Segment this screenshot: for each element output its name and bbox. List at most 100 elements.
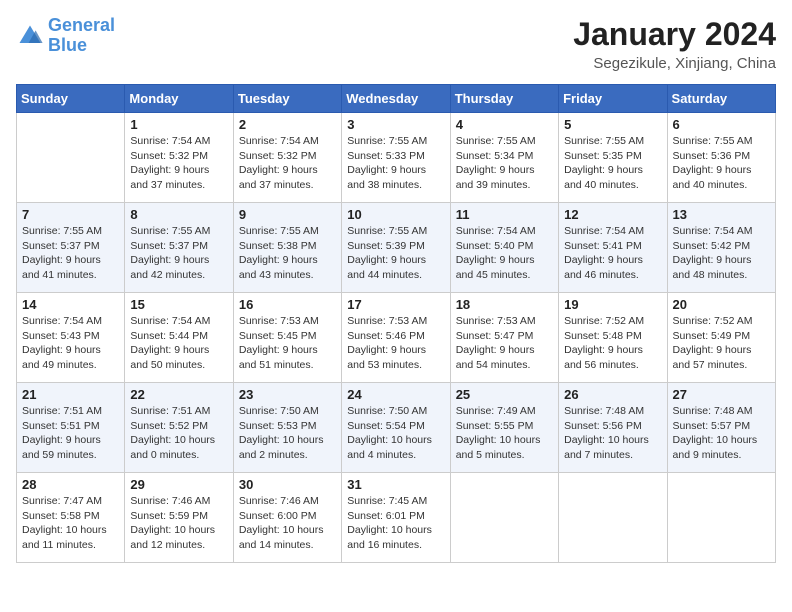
day-info-2-4: Sunrise: 7:53 AM Sunset: 5:47 PM Dayligh… (456, 314, 553, 373)
day-info-4-0: Sunrise: 7:47 AM Sunset: 5:58 PM Dayligh… (22, 494, 119, 553)
day-info-1-5: Sunrise: 7:54 AM Sunset: 5:41 PM Dayligh… (564, 224, 661, 283)
day-info-0-6: Sunrise: 7:55 AM Sunset: 5:36 PM Dayligh… (673, 134, 770, 193)
logo-line2: Blue (48, 35, 87, 55)
day-number-3-5: 26 (564, 387, 661, 402)
day-number-0-3: 3 (347, 117, 444, 132)
day-cell-2-0: 14 Sunrise: 7:54 AM Sunset: 5:43 PM Dayli… (17, 293, 125, 383)
day-number-3-1: 22 (130, 387, 227, 402)
day-number-1-2: 9 (239, 207, 336, 222)
day-number-4-0: 28 (22, 477, 119, 492)
day-cell-2-1: 15 Sunrise: 7:54 AM Sunset: 5:44 PM Dayli… (125, 293, 233, 383)
day-number-2-2: 16 (239, 297, 336, 312)
day-info-1-0: Sunrise: 7:55 AM Sunset: 5:37 PM Dayligh… (22, 224, 119, 283)
calendar-header: Sunday Monday Tuesday Wednesday Thursday… (17, 85, 776, 113)
day-cell-3-1: 22 Sunrise: 7:51 AM Sunset: 5:52 PM Dayli… (125, 383, 233, 473)
day-info-0-1: Sunrise: 7:54 AM Sunset: 5:32 PM Dayligh… (130, 134, 227, 193)
day-cell-3-0: 21 Sunrise: 7:51 AM Sunset: 5:51 PM Dayli… (17, 383, 125, 473)
day-number-2-1: 15 (130, 297, 227, 312)
day-cell-2-3: 17 Sunrise: 7:53 AM Sunset: 5:46 PM Dayli… (342, 293, 450, 383)
day-number-1-0: 7 (22, 207, 119, 222)
day-info-3-5: Sunrise: 7:48 AM Sunset: 5:56 PM Dayligh… (564, 404, 661, 463)
weekday-header-row: Sunday Monday Tuesday Wednesday Thursday… (17, 85, 776, 113)
week-row-1: 7 Sunrise: 7:55 AM Sunset: 5:37 PM Daylig… (17, 203, 776, 293)
day-number-2-5: 19 (564, 297, 661, 312)
day-number-0-6: 6 (673, 117, 770, 132)
day-cell-1-0: 7 Sunrise: 7:55 AM Sunset: 5:37 PM Daylig… (17, 203, 125, 293)
day-info-3-0: Sunrise: 7:51 AM Sunset: 5:51 PM Dayligh… (22, 404, 119, 463)
day-info-2-0: Sunrise: 7:54 AM Sunset: 5:43 PM Dayligh… (22, 314, 119, 373)
day-info-0-5: Sunrise: 7:55 AM Sunset: 5:35 PM Dayligh… (564, 134, 661, 193)
day-number-3-0: 21 (22, 387, 119, 402)
weekday-thursday: Thursday (450, 85, 558, 113)
day-info-3-1: Sunrise: 7:51 AM Sunset: 5:52 PM Dayligh… (130, 404, 227, 463)
day-cell-4-1: 29 Sunrise: 7:46 AM Sunset: 5:59 PM Dayli… (125, 473, 233, 563)
day-cell-3-5: 26 Sunrise: 7:48 AM Sunset: 5:56 PM Dayli… (559, 383, 667, 473)
day-cell-4-3: 31 Sunrise: 7:45 AM Sunset: 6:01 PM Dayli… (342, 473, 450, 563)
day-info-4-1: Sunrise: 7:46 AM Sunset: 5:59 PM Dayligh… (130, 494, 227, 553)
day-cell-1-1: 8 Sunrise: 7:55 AM Sunset: 5:37 PM Daylig… (125, 203, 233, 293)
day-info-1-3: Sunrise: 7:55 AM Sunset: 5:39 PM Dayligh… (347, 224, 444, 283)
logo-line1: General (48, 15, 115, 35)
day-number-1-3: 10 (347, 207, 444, 222)
day-number-0-2: 2 (239, 117, 336, 132)
day-info-3-4: Sunrise: 7:49 AM Sunset: 5:55 PM Dayligh… (456, 404, 553, 463)
day-info-1-1: Sunrise: 7:55 AM Sunset: 5:37 PM Dayligh… (130, 224, 227, 283)
day-cell-0-3: 3Sunrise: 7:55 AM Sunset: 5:33 PM Daylig… (342, 113, 450, 203)
calendar-table: Sunday Monday Tuesday Wednesday Thursday… (16, 84, 776, 563)
day-number-1-6: 13 (673, 207, 770, 222)
day-number-4-2: 30 (239, 477, 336, 492)
weekday-monday: Monday (125, 85, 233, 113)
day-cell-1-3: 10 Sunrise: 7:55 AM Sunset: 5:39 PM Dayli… (342, 203, 450, 293)
day-info-2-3: Sunrise: 7:53 AM Sunset: 5:46 PM Dayligh… (347, 314, 444, 373)
day-cell-3-3: 24 Sunrise: 7:50 AM Sunset: 5:54 PM Dayli… (342, 383, 450, 473)
day-number-2-0: 14 (22, 297, 119, 312)
day-cell-1-5: 12 Sunrise: 7:54 AM Sunset: 5:41 PM Dayli… (559, 203, 667, 293)
day-cell-0-0 (17, 113, 125, 203)
day-info-2-1: Sunrise: 7:54 AM Sunset: 5:44 PM Dayligh… (130, 314, 227, 373)
week-row-4: 28 Sunrise: 7:47 AM Sunset: 5:58 PM Dayli… (17, 473, 776, 563)
day-cell-3-6: 27Sunrise: 7:48 AM Sunset: 5:57 PM Dayli… (667, 383, 775, 473)
day-cell-2-5: 19Sunrise: 7:52 AM Sunset: 5:48 PM Dayli… (559, 293, 667, 383)
day-info-0-4: Sunrise: 7:55 AM Sunset: 5:34 PM Dayligh… (456, 134, 553, 193)
day-number-0-4: 4 (456, 117, 553, 132)
day-number-3-3: 24 (347, 387, 444, 402)
day-number-3-2: 23 (239, 387, 336, 402)
day-cell-3-4: 25 Sunrise: 7:49 AM Sunset: 5:55 PM Dayli… (450, 383, 558, 473)
calendar-body: 1Sunrise: 7:54 AM Sunset: 5:32 PM Daylig… (17, 113, 776, 563)
day-number-3-6: 27 (673, 387, 770, 402)
week-row-3: 21 Sunrise: 7:51 AM Sunset: 5:51 PM Dayli… (17, 383, 776, 473)
day-info-4-3: Sunrise: 7:45 AM Sunset: 6:01 PM Dayligh… (347, 494, 444, 553)
day-info-1-2: Sunrise: 7:55 AM Sunset: 5:38 PM Dayligh… (239, 224, 336, 283)
day-number-1-5: 12 (564, 207, 661, 222)
day-number-0-5: 5 (564, 117, 661, 132)
day-cell-0-4: 4 Sunrise: 7:55 AM Sunset: 5:34 PM Daylig… (450, 113, 558, 203)
weekday-wednesday: Wednesday (342, 85, 450, 113)
day-info-0-2: Sunrise: 7:54 AM Sunset: 5:32 PM Dayligh… (239, 134, 336, 193)
day-number-3-4: 25 (456, 387, 553, 402)
day-info-2-6: Sunrise: 7:52 AM Sunset: 5:49 PM Dayligh… (673, 314, 770, 373)
day-info-3-3: Sunrise: 7:50 AM Sunset: 5:54 PM Dayligh… (347, 404, 444, 463)
day-cell-2-6: 20 Sunrise: 7:52 AM Sunset: 5:49 PM Dayli… (667, 293, 775, 383)
day-number-1-4: 11 (456, 207, 553, 222)
day-number-4-3: 31 (347, 477, 444, 492)
day-cell-3-2: 23Sunrise: 7:50 AM Sunset: 5:53 PM Dayli… (233, 383, 341, 473)
weekday-friday: Friday (559, 85, 667, 113)
day-number-4-1: 29 (130, 477, 227, 492)
day-cell-0-5: 5 Sunrise: 7:55 AM Sunset: 5:35 PM Daylig… (559, 113, 667, 203)
day-cell-1-6: 13Sunrise: 7:54 AM Sunset: 5:42 PM Dayli… (667, 203, 775, 293)
day-cell-4-4 (450, 473, 558, 563)
week-row-2: 14 Sunrise: 7:54 AM Sunset: 5:43 PM Dayli… (17, 293, 776, 383)
day-cell-0-1: 1Sunrise: 7:54 AM Sunset: 5:32 PM Daylig… (125, 113, 233, 203)
day-cell-0-6: 6 Sunrise: 7:55 AM Sunset: 5:36 PM Daylig… (667, 113, 775, 203)
day-cell-2-2: 16Sunrise: 7:53 AM Sunset: 5:45 PM Dayli… (233, 293, 341, 383)
week-row-0: 1Sunrise: 7:54 AM Sunset: 5:32 PM Daylig… (17, 113, 776, 203)
weekday-tuesday: Tuesday (233, 85, 341, 113)
weekday-saturday: Saturday (667, 85, 775, 113)
calendar-title: January 2024 (573, 16, 776, 53)
day-number-1-1: 8 (130, 207, 227, 222)
day-info-1-4: Sunrise: 7:54 AM Sunset: 5:40 PM Dayligh… (456, 224, 553, 283)
day-number-2-6: 20 (673, 297, 770, 312)
logo: General Blue (16, 16, 115, 56)
day-cell-1-4: 11 Sunrise: 7:54 AM Sunset: 5:40 PM Dayli… (450, 203, 558, 293)
day-number-2-3: 17 (347, 297, 444, 312)
